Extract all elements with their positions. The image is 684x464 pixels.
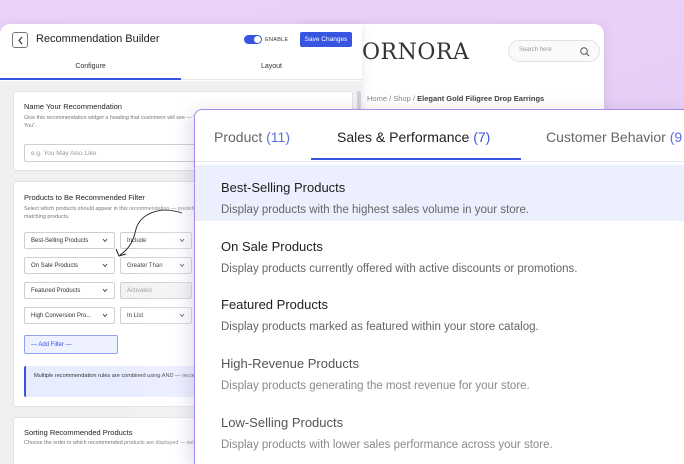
option-description: Display products currently offered with … bbox=[221, 263, 578, 275]
tab-customer-behavior[interactable]: Customer Behavior (9 bbox=[546, 129, 682, 145]
chevron-left-icon bbox=[18, 36, 23, 45]
chevron-down-icon bbox=[102, 313, 108, 318]
name-section-heading: Name Your Recommendation bbox=[24, 102, 122, 111]
tab-layout[interactable]: Layout bbox=[181, 63, 362, 70]
tab-customer-behavior-count: (9 bbox=[669, 129, 683, 145]
canvas: ORNORA Search here Home / Shop / Elegant… bbox=[0, 0, 684, 464]
filter-field-select[interactable]: Featured Products bbox=[24, 282, 115, 299]
option-description: Display products marked as featured with… bbox=[221, 321, 539, 333]
list-item[interactable]: Best-Selling Products Display products w… bbox=[195, 165, 684, 221]
curved-arrow-icon bbox=[115, 209, 183, 257]
filter-operator-value: Activated bbox=[127, 288, 152, 294]
filter-operator-value: In List bbox=[127, 313, 144, 319]
active-tab-indicator bbox=[311, 158, 521, 160]
filter-section-heading: Products to Be Recommended Filter bbox=[24, 193, 145, 202]
tab-configure[interactable]: Configure bbox=[0, 63, 181, 80]
tab-product-label: Product bbox=[214, 129, 263, 145]
filter-field-value: Best-Selling Products bbox=[31, 238, 89, 244]
tab-product[interactable]: Product (11) bbox=[214, 129, 290, 145]
chevron-down-icon bbox=[102, 288, 108, 293]
breadcrumb-separator: / bbox=[389, 94, 392, 103]
store-logo: ORNORA bbox=[362, 40, 470, 65]
filter-field-value: High Conversion Pro... bbox=[31, 313, 92, 319]
dropdown-tabs: Product (11) Sales & Performance (7) Cus… bbox=[195, 110, 684, 162]
chevron-down-icon bbox=[179, 313, 185, 318]
option-title: Best-Selling Products bbox=[221, 180, 346, 195]
option-title: Low-Selling Products bbox=[221, 415, 344, 430]
store-search-input[interactable]: Search here bbox=[508, 40, 600, 62]
filter-dropdown-popover: Product (11) Sales & Performance (7) Cus… bbox=[194, 109, 684, 464]
enable-toggle-label: ENABLE bbox=[265, 37, 289, 43]
filter-operator-select: Activated bbox=[120, 282, 192, 299]
list-item[interactable]: Featured Products Display products marke… bbox=[195, 282, 684, 338]
builder-header: Recommendation Builder ENABLE Save Chang… bbox=[0, 24, 362, 56]
save-button[interactable]: Save Changes bbox=[300, 32, 352, 47]
breadcrumb-shop[interactable]: Shop bbox=[393, 94, 411, 103]
filter-field-value: Featured Products bbox=[31, 288, 81, 294]
enable-toggle[interactable] bbox=[244, 35, 262, 44]
recommendation-name-placeholder: e.g. You May Also Like bbox=[31, 150, 97, 157]
filter-field-value: On Sale Products bbox=[31, 263, 79, 269]
breadcrumb-home[interactable]: Home bbox=[367, 94, 387, 103]
tab-sales-performance-count: (7) bbox=[473, 129, 491, 145]
page-title: Recommendation Builder bbox=[36, 33, 160, 45]
breadcrumb-current: Elegant Gold Filigree Drop Earrings bbox=[417, 94, 545, 103]
search-icon bbox=[579, 45, 591, 57]
option-description: Display products with the highest sales … bbox=[221, 204, 530, 216]
list-item[interactable]: On Sale Products Display products curren… bbox=[195, 224, 684, 280]
option-description: Display products with lower sales perfor… bbox=[221, 439, 553, 451]
tab-sales-performance[interactable]: Sales & Performance (7) bbox=[337, 129, 490, 145]
store-search-placeholder: Search here bbox=[519, 47, 552, 53]
sorting-section-heading: Sorting Recommended Products bbox=[24, 428, 133, 437]
option-title: On Sale Products bbox=[221, 239, 323, 254]
list-item[interactable]: High-Revenue Products Display products g… bbox=[195, 341, 684, 397]
list-item[interactable]: Low-Selling Products Display products wi… bbox=[195, 400, 684, 456]
back-button[interactable] bbox=[12, 32, 28, 48]
add-filter-button[interactable]: — Add Filter — bbox=[24, 335, 118, 354]
option-title: Featured Products bbox=[221, 297, 328, 312]
tab-product-count: (11) bbox=[266, 129, 290, 145]
builder-tabs: Configure Layout bbox=[0, 58, 362, 80]
option-description: Display products generating the most rev… bbox=[221, 380, 530, 392]
tab-customer-behavior-label: Customer Behavior bbox=[546, 129, 666, 145]
breadcrumb-separator: / bbox=[412, 94, 416, 103]
breadcrumb: Home / Shop / Elegant Gold Filigree Drop… bbox=[367, 94, 544, 103]
filter-field-select[interactable]: High Conversion Pro... bbox=[24, 307, 115, 324]
filter-operator-select[interactable]: In List bbox=[120, 307, 192, 324]
tab-sales-performance-label: Sales & Performance bbox=[337, 129, 470, 145]
option-title: High-Revenue Products bbox=[221, 356, 360, 371]
